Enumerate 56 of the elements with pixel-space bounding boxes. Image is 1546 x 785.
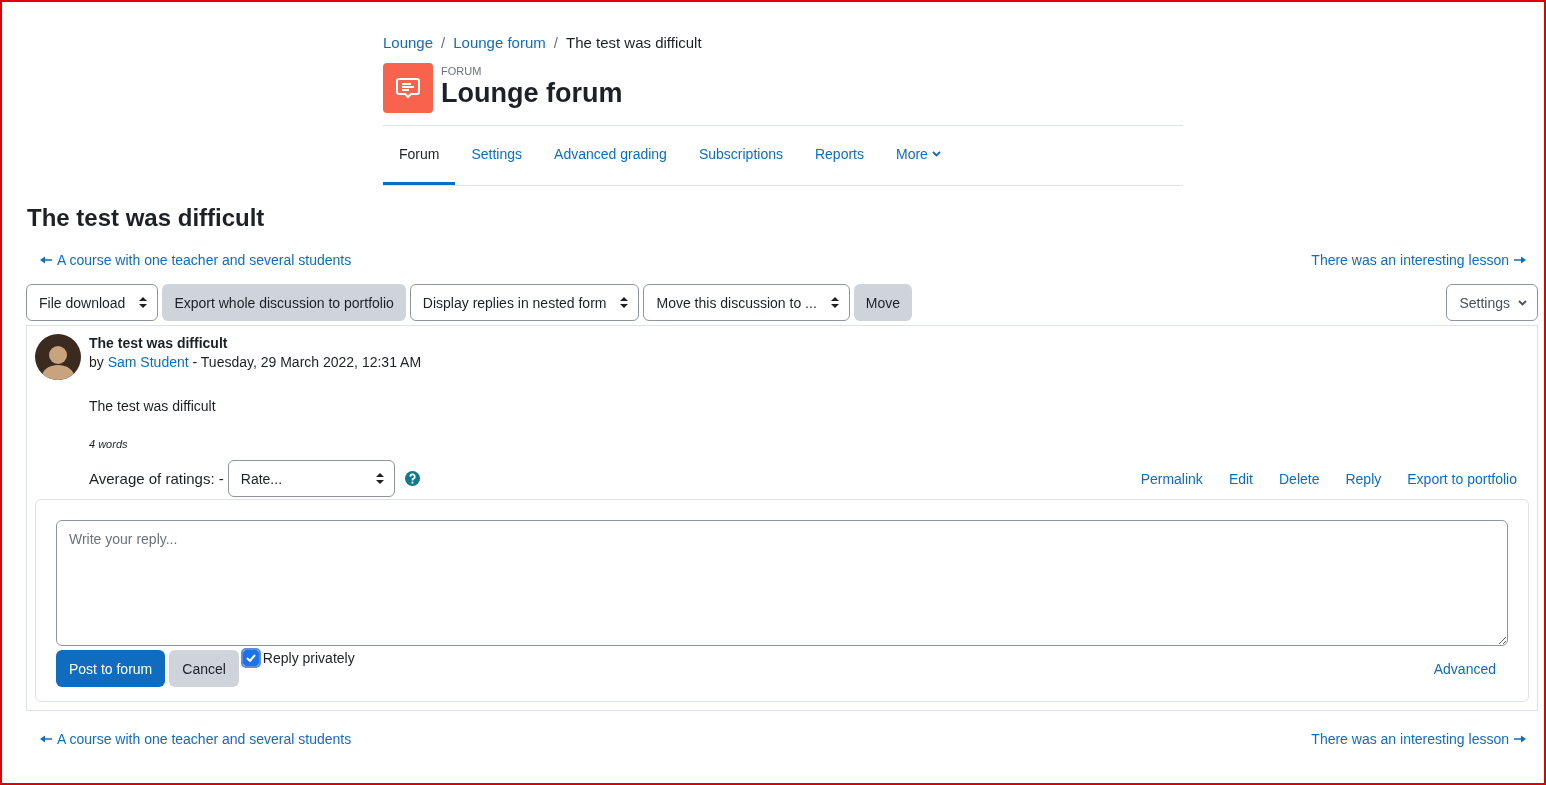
- help-icon[interactable]: [404, 471, 420, 486]
- nav-tab[interactable]: Settings: [455, 126, 539, 185]
- arrow-left-icon: [40, 256, 52, 264]
- rating-select[interactable]: Rate...: [227, 460, 395, 497]
- post-message: The test was difficult: [89, 398, 217, 414]
- more-menu-tab[interactable]: More: [880, 126, 957, 185]
- post-subject: The test was difficult: [89, 335, 229, 351]
- avatar-icon: [35, 334, 81, 380]
- rating-label: Average of ratings: -: [89, 470, 224, 487]
- chevron-down-icon: [931, 151, 941, 157]
- breadcrumb-current: The test was difficult: [566, 34, 702, 51]
- post-action-link[interactable]: Permalink: [1140, 470, 1203, 487]
- nav-tab[interactable]: Forum: [383, 126, 456, 185]
- dropdown-select[interactable]: Display replies in nested form: [409, 284, 640, 321]
- nav-tab[interactable]: Subscriptions: [682, 126, 799, 185]
- post-action-link[interactable]: Reply: [1345, 470, 1382, 487]
- page-title: Lounge forum: [441, 77, 623, 110]
- word-count: 4 words: [89, 438, 129, 450]
- previous-discussion-link[interactable]: A course with one teacher and several students: [40, 731, 352, 747]
- previous-discussion-link[interactable]: A course with one teacher and several students: [40, 252, 352, 268]
- post-action-link[interactable]: Export to portfolio: [1407, 470, 1517, 487]
- reply-textarea[interactable]: Write your reply...: [56, 520, 1508, 646]
- breadcrumb-link[interactable]: Lounge: [383, 34, 434, 51]
- breadcrumb-separator: /: [441, 34, 446, 51]
- dropdown-select[interactable]: Move this discussion to ...: [643, 284, 850, 321]
- sort-arrows-icon: [139, 297, 148, 308]
- arrow-left-icon: [40, 735, 52, 743]
- reply-privately-checkbox[interactable]: [242, 650, 259, 666]
- sort-arrows-icon: [830, 297, 839, 308]
- reply-privately-label: Reply privately: [262, 650, 355, 666]
- post-action-link[interactable]: Edit: [1228, 470, 1253, 487]
- post-byline: by Sam Student - Tuesday, 29 March 2022, 12:31 AM: [89, 354, 422, 370]
- arrow-right-icon: [1514, 735, 1526, 743]
- sort-arrows-icon: [620, 297, 629, 308]
- forum-icon: [383, 63, 433, 113]
- activity-type-label: FORUM: [441, 65, 483, 77]
- chevron-down-icon: [1518, 299, 1527, 306]
- author-link[interactable]: Sam Student: [107, 354, 189, 370]
- advanced-link[interactable]: Advanced: [1433, 660, 1508, 677]
- toolbar-button[interactable]: Move: [853, 284, 912, 321]
- breadcrumb-link[interactable]: Lounge forum: [453, 34, 546, 51]
- checkmark-icon: [245, 654, 256, 662]
- nav-tab[interactable]: Advanced grading: [538, 126, 683, 185]
- next-discussion-link[interactable]: There was an interesting lesson: [1311, 731, 1526, 747]
- cancel-button[interactable]: Cancel: [169, 650, 239, 687]
- sort-arrows-icon: [375, 473, 384, 484]
- dropdown-select[interactable]: File download: [26, 284, 159, 321]
- breadcrumb-separator: /: [553, 34, 558, 51]
- post-button[interactable]: Post to forum: [56, 650, 166, 687]
- nav-tab[interactable]: Reports: [798, 126, 880, 185]
- settings-menu-button[interactable]: Settings: [1446, 284, 1538, 321]
- post-action-link[interactable]: Delete: [1279, 470, 1320, 487]
- arrow-right-icon: [1514, 256, 1526, 264]
- discussion-title: The test was difficult: [27, 204, 266, 232]
- next-discussion-link[interactable]: There was an interesting lesson: [1311, 252, 1526, 268]
- toolbar-button[interactable]: Export whole discussion to portfolio: [162, 284, 406, 321]
